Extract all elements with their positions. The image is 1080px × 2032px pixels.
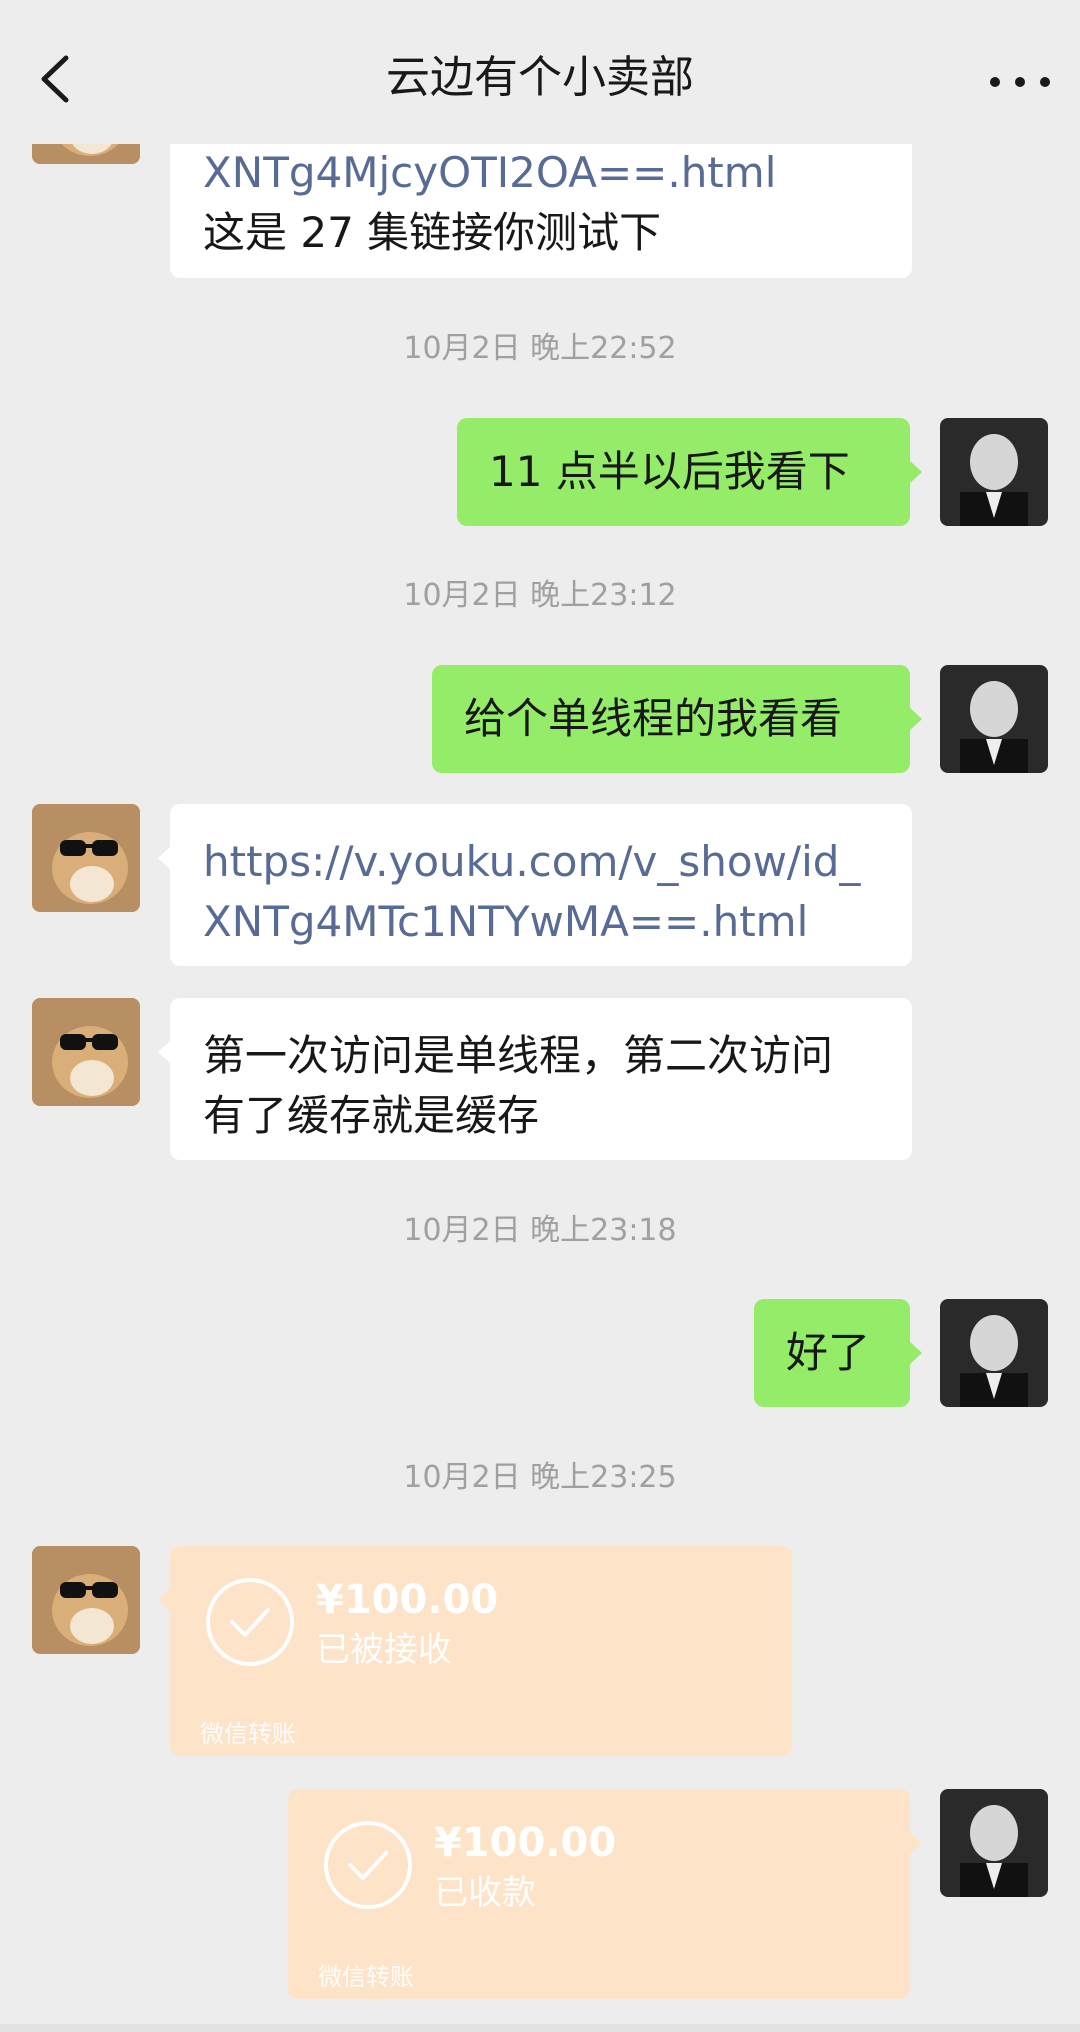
avatar-self[interactable] xyxy=(940,1789,1048,1897)
avatar-self[interactable] xyxy=(940,665,1048,773)
transfer-card[interactable]: ¥100.00 已收款 微信转账 xyxy=(288,1789,922,1999)
message-text: 第一次访问是单线程，第二次访问 xyxy=(203,1031,834,1080)
timestamp: 10月2日 晚上23:18 xyxy=(403,1213,677,1248)
message-link-text[interactable]: https://v.youku.com/v_show/id_ xyxy=(203,832,879,892)
check-circle-icon xyxy=(324,1821,412,1909)
message-bubble[interactable]: XNTg4MjcyOTI2OA==.html 这是 27 集链接你测试下 xyxy=(170,136,912,278)
transfer-amount: ¥100.00 xyxy=(434,1820,617,1866)
transfer-status: 已收款 xyxy=(434,1873,536,1913)
avatar-dog[interactable] xyxy=(32,998,140,1106)
transfer-card[interactable]: ¥100.00 已被接收 微信转账 xyxy=(158,1546,792,1756)
message-text: 11 点半以后我看下 xyxy=(489,447,850,496)
transfer-amount: ¥100.00 xyxy=(316,1577,499,1623)
transfer-label: 微信转账 xyxy=(200,1720,296,1748)
message-text: 这是 27 集链接你测试下 xyxy=(203,208,662,257)
message-bubble[interactable]: https://v.youku.com/v_show/id_ XNTg4MTc1… xyxy=(158,804,912,966)
message-text: 好了 xyxy=(786,1328,871,1377)
message-text: 有了缓存就是缓存 xyxy=(203,1091,540,1140)
message-link-text[interactable]: XNTg4MjcyOTI2OA==.html xyxy=(203,143,879,203)
bottom-divider xyxy=(0,2024,1080,2032)
message-bubble-self[interactable]: 给个单线程的我看看 xyxy=(432,665,922,773)
timestamp: 10月2日 晚上23:12 xyxy=(403,578,677,613)
message-bubble[interactable]: 第一次访问是单线程，第二次访问 有了缓存就是缓存 xyxy=(158,998,912,1160)
avatar-self[interactable] xyxy=(940,418,1048,526)
message-bubble-self[interactable]: 11 点半以后我看下 xyxy=(457,418,922,526)
more-button[interactable] xyxy=(990,60,1050,100)
chat-title: 云边有个小卖部 xyxy=(386,52,694,103)
check-circle-icon xyxy=(206,1578,294,1666)
message-bubble-self[interactable]: 好了 xyxy=(754,1299,922,1407)
timestamp: 10月2日 晚上22:52 xyxy=(403,331,677,366)
chat-header: 云边有个小卖部 xyxy=(0,0,1080,144)
transfer-status: 已被接收 xyxy=(316,1630,452,1670)
more-horizontal-icon xyxy=(990,77,1000,87)
message-link-text[interactable]: XNTg4MTc1NTYwMA==.html xyxy=(203,892,879,952)
message-text: 给个单线程的我看看 xyxy=(464,694,843,743)
avatar-self[interactable] xyxy=(940,1299,1048,1407)
timestamp: 10月2日 晚上23:25 xyxy=(403,1460,677,1495)
avatar-dog[interactable] xyxy=(32,1546,140,1654)
transfer-label: 微信转账 xyxy=(318,1963,414,1991)
avatar-dog[interactable] xyxy=(32,804,140,912)
